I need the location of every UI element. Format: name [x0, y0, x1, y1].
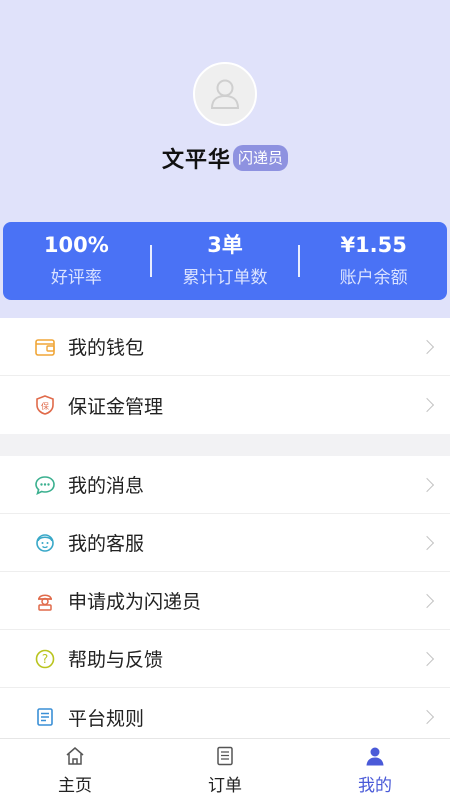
- menu-item-messages[interactable]: 我的消息: [0, 456, 450, 514]
- menu-label: 平台规则: [68, 707, 145, 730]
- tab-home[interactable]: 主页: [0, 739, 150, 800]
- menu-label: 保证金管理: [68, 395, 164, 418]
- rules-icon: [34, 706, 56, 728]
- menu-label: 我的客服: [68, 533, 145, 555]
- chevron-right-icon: [419, 397, 435, 413]
- menu-item-deposit[interactable]: 保 保证金管理: [0, 376, 450, 434]
- stat-label: 账户余额: [339, 268, 408, 288]
- menu-group-account: 我的钱包 保 保证金管理: [0, 318, 450, 434]
- menu-item-help[interactable]: ? 帮助与反馈: [0, 630, 450, 688]
- chevron-right-icon: [419, 709, 435, 725]
- wallet-icon: [34, 336, 56, 358]
- svg-text:?: ?: [42, 652, 48, 666]
- menu-label: 我的钱包: [68, 337, 145, 359]
- message-icon: [34, 474, 56, 496]
- help-icon: ?: [34, 648, 56, 670]
- avatar-placeholder-icon: [210, 79, 240, 109]
- stat-rating[interactable]: 100% 好评率: [3, 231, 150, 291]
- tab-label: 主页: [58, 776, 92, 796]
- tab-orders[interactable]: 订单: [150, 739, 300, 800]
- chevron-right-icon: [419, 651, 435, 666]
- svg-text:保: 保: [41, 401, 49, 411]
- menu-item-apply-courier[interactable]: 申请成为闪递员: [0, 572, 450, 630]
- user-icon: [364, 745, 386, 767]
- stat-value: ¥1.55: [340, 233, 407, 257]
- avatar[interactable]: [193, 62, 257, 126]
- menu-item-wallet[interactable]: 我的钱包: [0, 318, 450, 376]
- user-name: 文平华: [161, 148, 231, 173]
- chevron-right-icon: [419, 593, 435, 608]
- name-row: 文平华 闪递员: [0, 142, 450, 174]
- stat-label: 累计订单数: [182, 268, 268, 288]
- tab-mine[interactable]: 我的: [300, 739, 450, 800]
- menu-label: 帮助与反馈: [68, 649, 164, 671]
- order-icon: [214, 745, 236, 767]
- stat-label: 好评率: [50, 268, 102, 288]
- stat-balance[interactable]: ¥1.55 账户余额: [300, 231, 447, 291]
- chevron-right-icon: [419, 339, 435, 354]
- role-badge: 闪递员: [233, 145, 289, 171]
- stat-value: 100%: [43, 233, 109, 257]
- shield-deposit-icon: 保: [34, 394, 56, 416]
- stat-value: 3单: [207, 233, 243, 257]
- tab-label: 我的: [358, 776, 392, 796]
- stat-orders[interactable]: 3单 累计订单数: [152, 231, 299, 291]
- tab-label: 订单: [208, 776, 242, 796]
- bottom-tab-bar: 主页 订单 我的: [0, 738, 450, 800]
- customer-service-icon: [34, 532, 56, 554]
- chevron-right-icon: [419, 477, 435, 492]
- stats-card: 100% 好评率 3单 累计订单数 ¥1.55 账户余额: [3, 222, 447, 300]
- menu-label: 申请成为闪递员: [68, 591, 202, 613]
- menu-item-customer-service[interactable]: 我的客服: [0, 514, 450, 572]
- menu-label: 我的消息: [68, 475, 145, 497]
- courier-icon: [34, 590, 56, 612]
- home-icon: [64, 745, 86, 767]
- menu-group-service: 我的消息 我的客服 申请成为闪递员 ? 帮助与反馈 平台规则: [0, 456, 450, 746]
- chevron-right-icon: [419, 535, 435, 550]
